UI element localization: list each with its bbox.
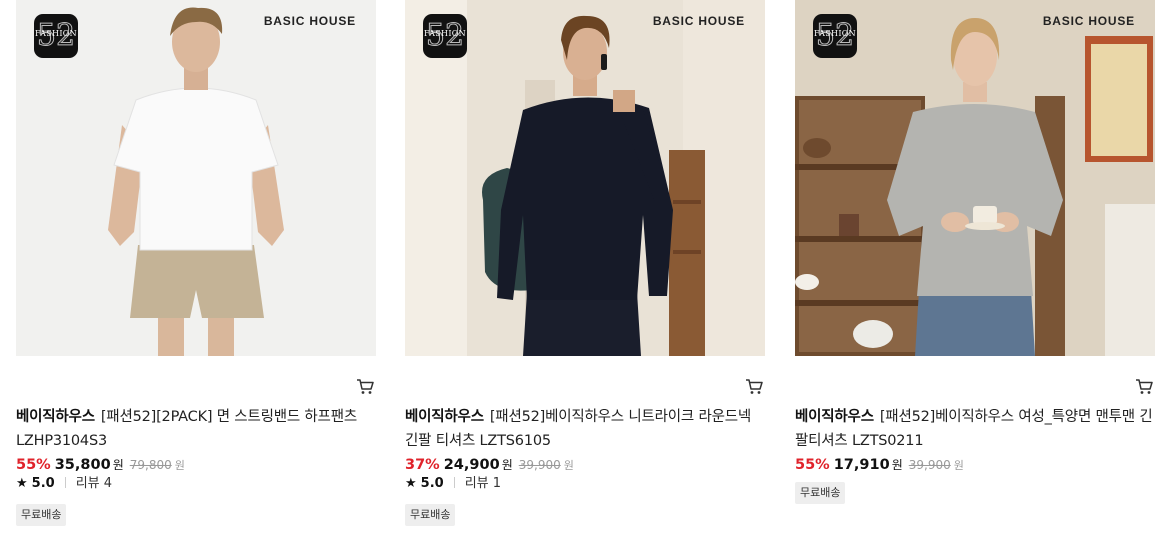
product-title[interactable]: 베이직하우스 [패션52]베이직하우스 니트라이크 라운드넥 긴팔 티셔츠 LZT… <box>405 405 767 453</box>
rating-score: 5.0 <box>420 476 444 491</box>
fashion52-badge: 52 FASHION <box>813 14 857 58</box>
divider <box>64 477 66 488</box>
star-icon: ★ <box>405 476 417 491</box>
fashion52-badge: 52 FASHION <box>423 14 467 58</box>
product-image[interactable]: 52 FASHION BASIC HOUSE <box>795 0 1155 356</box>
price-unit: 원 <box>112 458 124 472</box>
star-icon: ★ <box>16 476 28 491</box>
price-row: 55% 35,800 원 79,800 원 <box>16 455 185 475</box>
discount-rate: 55% <box>795 457 830 473</box>
product-image[interactable]: 52 FASHION BASIC HOUSE <box>405 0 765 356</box>
divider <box>453 477 455 488</box>
price-row: 37% 24,900 원 39,900 원 <box>405 455 574 475</box>
brand-name: 베이직하우스 <box>795 409 874 425</box>
product-grid: 52 FASHION BASIC HOUSE 베이직하우스 [패션52][2PAC… <box>0 0 1158 541</box>
price-row: 55% 17,910 원 39,900 원 <box>795 455 964 475</box>
cart-icon[interactable] <box>745 378 763 395</box>
product-card[interactable]: 52 FASHION BASIC HOUSE 베이직하우스 [패션52]베이직하우… <box>795 0 1155 541</box>
review-count: 리뷰 1 <box>464 476 502 491</box>
free-shipping-tag: 무료배송 <box>16 504 67 526</box>
original-price-unit: 원 <box>174 459 185 472</box>
rating-score: 5.0 <box>31 476 55 491</box>
product-card[interactable]: 52 FASHION BASIC HOUSE 베이직하우스 [패션52][2PAC… <box>16 0 376 541</box>
fashion52-badge: 52 FASHION <box>34 14 78 58</box>
original-price: 39,900 <box>518 458 561 472</box>
free-shipping-tag: 무료배송 <box>405 504 456 526</box>
product-card[interactable]: 52 FASHION BASIC HOUSE 베이직하우스 [패션52]베이직하우… <box>405 0 765 541</box>
rating-row: ★ 5.0 리뷰 1 <box>405 474 501 494</box>
brand-logo: BASIC HOUSE <box>1042 14 1135 28</box>
review-count: 리뷰 4 <box>75 476 113 491</box>
product-title[interactable]: 베이직하우스 [패션52][2PACK] 면 스트링밴드 하프팬츠 LZHP310… <box>16 405 378 453</box>
brand-name: 베이직하우스 <box>405 409 484 425</box>
sale-price: 35,800 <box>54 457 111 473</box>
discount-rate: 37% <box>405 457 440 473</box>
original-price-unit: 원 <box>563 459 574 472</box>
product-title[interactable]: 베이직하우스 [패션52]베이직하우스 여성_특양면 맨투맨 긴팔티셔츠 LZTS… <box>795 405 1157 453</box>
cart-icon[interactable] <box>1135 378 1153 395</box>
rating-row: ★ 5.0 리뷰 4 <box>16 474 112 494</box>
product-image[interactable]: 52 FASHION BASIC HOUSE <box>16 0 376 356</box>
discount-rate: 55% <box>16 457 51 473</box>
brand-logo: BASIC HOUSE <box>652 14 745 28</box>
badge-text: FASHION <box>814 29 856 38</box>
brand-name: 베이직하우스 <box>16 409 95 425</box>
price-unit: 원 <box>891 458 903 472</box>
original-price: 79,800 <box>129 458 172 472</box>
sale-price: 24,900 <box>443 457 500 473</box>
price-unit: 원 <box>501 458 513 472</box>
badge-text: FASHION <box>424 29 466 38</box>
brand-logo: BASIC HOUSE <box>263 14 356 28</box>
original-price-unit: 원 <box>953 459 964 472</box>
original-price: 39,900 <box>908 458 951 472</box>
free-shipping-tag: 무료배송 <box>795 482 846 504</box>
cart-icon[interactable] <box>356 378 374 395</box>
badge-text: FASHION <box>35 29 77 38</box>
sale-price: 17,910 <box>833 457 890 473</box>
